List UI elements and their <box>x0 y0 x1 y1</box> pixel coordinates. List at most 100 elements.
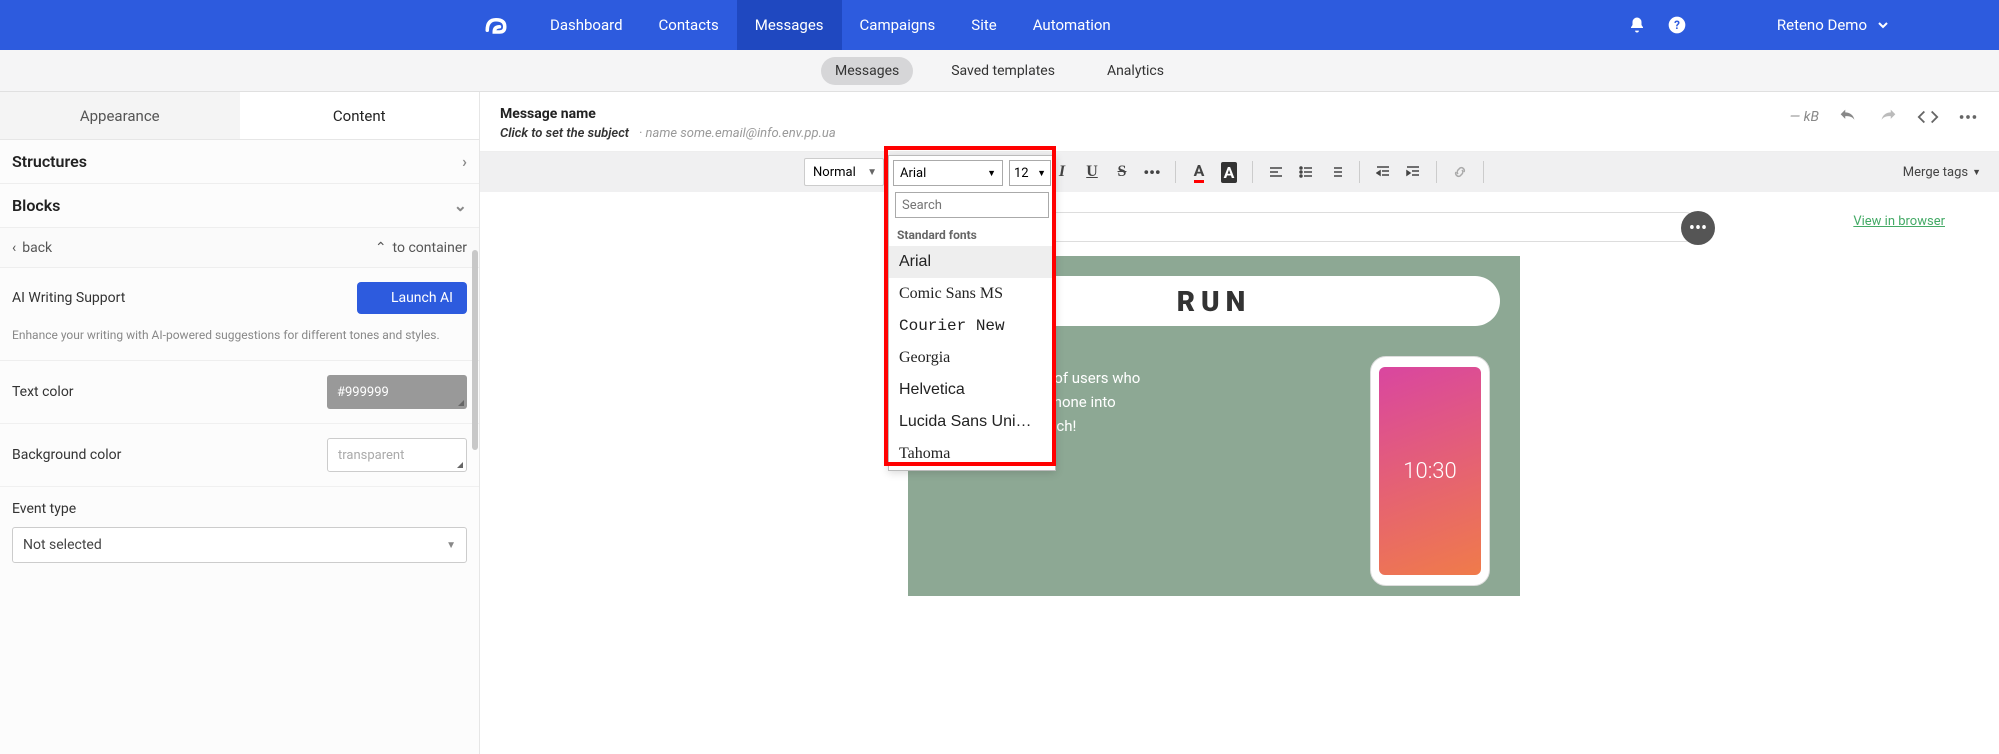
font-size-value: 12 <box>1014 166 1029 181</box>
highlight-button[interactable]: A <box>1216 159 1242 185</box>
blocks-label: Blocks <box>12 196 60 215</box>
indent-button[interactable] <box>1400 159 1426 185</box>
nav-automation[interactable]: Automation <box>1015 0 1129 50</box>
account-menu[interactable]: Reteno Demo <box>1777 16 1889 34</box>
font-dropdown: Arial ▼ 12 ▼ Standard fonts Arial Comic … <box>888 155 1056 471</box>
editor-area: Message name Click to set the subject · … <box>480 92 1999 754</box>
message-size: — kB <box>1790 109 1819 125</box>
message-name-label[interactable]: Message name <box>500 106 836 122</box>
font-option-georgia[interactable]: Georgia <box>889 342 1055 374</box>
strike-button[interactable]: S <box>1109 159 1135 185</box>
sender-email: · name some.email@info.env.pp.ua <box>639 126 836 141</box>
code-icon[interactable] <box>1917 106 1939 128</box>
event-section: Event type Not selected ▼ <box>0 487 479 577</box>
container-label: to container <box>393 240 467 256</box>
picker-corner-icon <box>457 462 463 468</box>
subtab-saved[interactable]: Saved templates <box>937 57 1069 85</box>
font-size-select[interactable]: 12 ▼ <box>1009 160 1051 186</box>
underline-button[interactable]: U <box>1079 159 1105 185</box>
breadcrumb-row: ‹ back ⌃ to container <box>0 228 479 268</box>
event-type-value: Not selected <box>23 537 102 553</box>
to-container-button[interactable]: ⌃ to container <box>375 240 467 256</box>
font-option-helvetica[interactable]: Helvetica <box>889 374 1055 406</box>
text-color-value: #999999 <box>337 385 389 400</box>
tab-appearance[interactable]: Appearance <box>0 92 240 139</box>
merge-tags-button[interactable]: Merge tags ▼ <box>1895 161 1989 184</box>
font-option-comic[interactable]: Comic Sans MS <box>889 278 1055 310</box>
link-button[interactable] <box>1447 159 1473 185</box>
event-type-label: Event type <box>12 501 467 517</box>
chevron-down-icon <box>1877 19 1889 31</box>
chevron-down-icon: ⌄ <box>454 196 467 215</box>
left-panel: Appearance Content Structures › Blocks ⌄… <box>0 92 480 754</box>
font-family-value: Arial <box>900 166 926 181</box>
undo-icon[interactable] <box>1837 106 1859 128</box>
text-color-picker[interactable]: #999999 <box>327 375 467 409</box>
caret-down-icon: ▼ <box>446 540 456 551</box>
paragraph-style-value: Normal <box>813 165 856 180</box>
font-family-select[interactable]: Arial ▼ <box>893 160 1003 186</box>
separator <box>1252 161 1253 183</box>
nav-dashboard[interactable]: Dashboard <box>532 0 641 50</box>
account-name: Reteno Demo <box>1777 16 1867 34</box>
caret-down-icon: ▼ <box>987 168 996 179</box>
bell-icon[interactable] <box>1617 16 1657 34</box>
nav-site[interactable]: Site <box>953 0 1014 50</box>
separator <box>1436 161 1437 183</box>
font-option-lucida[interactable]: Lucida Sans Uni… <box>889 406 1055 438</box>
section-structures[interactable]: Structures › <box>0 140 479 184</box>
separator <box>1359 161 1360 183</box>
bg-color-label: Background color <box>12 447 121 463</box>
subtab-messages[interactable]: Messages <box>821 57 913 85</box>
more-icon[interactable] <box>1957 106 1979 128</box>
outdent-button[interactable] <box>1370 159 1396 185</box>
font-option-arial[interactable]: Arial <box>889 246 1055 278</box>
event-type-select[interactable]: Not selected ▼ <box>12 527 467 563</box>
left-scrollbar[interactable] <box>472 250 478 450</box>
caret-down-icon: ▼ <box>1037 168 1046 179</box>
back-button[interactable]: ‹ back <box>12 240 52 256</box>
sub-tabs: Messages Saved templates Analytics <box>0 50 1999 92</box>
phone-screen: 10:30 <box>1379 367 1481 575</box>
font-search-input[interactable] <box>895 192 1049 218</box>
format-toolbar: Normal ▼ B I U S ••• A A Merge <box>480 152 1999 192</box>
top-nav: Dashboard Contacts Messages Campaigns Si… <box>0 0 1999 50</box>
text-color-button[interactable]: A <box>1186 159 1212 185</box>
section-blocks[interactable]: Blocks ⌄ <box>0 184 479 228</box>
redo-icon[interactable] <box>1877 106 1899 128</box>
promo-more-icon[interactable]: ••• <box>1681 211 1715 245</box>
message-header-left: Message name Click to set the subject · … <box>500 106 836 141</box>
font-group-label: Standard fonts <box>889 224 1055 246</box>
text-color-row: Text color #999999 <box>0 361 479 424</box>
message-header-right: — kB <box>1790 106 1979 128</box>
tab-content[interactable]: Content <box>240 92 480 139</box>
view-in-browser-link[interactable]: View in browser <box>1853 214 1945 229</box>
subject-placeholder[interactable]: Click to set the subject <box>500 126 629 141</box>
app-logo[interactable] <box>480 9 512 41</box>
subtab-analytics[interactable]: Analytics <box>1093 57 1178 85</box>
help-icon[interactable]: ? <box>1657 15 1697 35</box>
list-ul-button[interactable] <box>1293 159 1319 185</box>
email-canvas[interactable]: xciting promotions ••• View in browser R… <box>480 192 1999 754</box>
picker-corner-icon <box>458 400 464 406</box>
nav-campaigns[interactable]: Campaigns <box>842 0 954 50</box>
nav-contacts[interactable]: Contacts <box>641 0 737 50</box>
list-ol-button[interactable] <box>1323 159 1349 185</box>
font-option-tahoma[interactable]: Tahoma <box>889 438 1055 470</box>
paragraph-style-select[interactable]: Normal ▼ <box>804 158 884 186</box>
chevron-up-icon: ⌃ <box>375 240 387 256</box>
nav-messages[interactable]: Messages <box>737 0 842 50</box>
separator <box>1483 161 1484 183</box>
align-button[interactable] <box>1263 159 1289 185</box>
phone-mockup: 10:30 <box>1370 356 1490 586</box>
structures-label: Structures <box>12 152 87 171</box>
magic-wand-icon <box>371 291 385 305</box>
ai-description: Enhance your writing with AI-powered sug… <box>0 322 479 361</box>
more-format-button[interactable]: ••• <box>1139 159 1165 185</box>
bg-color-picker[interactable]: transparent <box>327 438 467 472</box>
ai-title: AI Writing Support <box>12 290 125 306</box>
chevron-left-icon: ‹ <box>12 240 16 256</box>
font-option-courier[interactable]: Courier New <box>889 310 1055 342</box>
caret-down-icon: ▼ <box>1972 167 1981 178</box>
launch-ai-button[interactable]: Launch AI <box>357 282 467 314</box>
